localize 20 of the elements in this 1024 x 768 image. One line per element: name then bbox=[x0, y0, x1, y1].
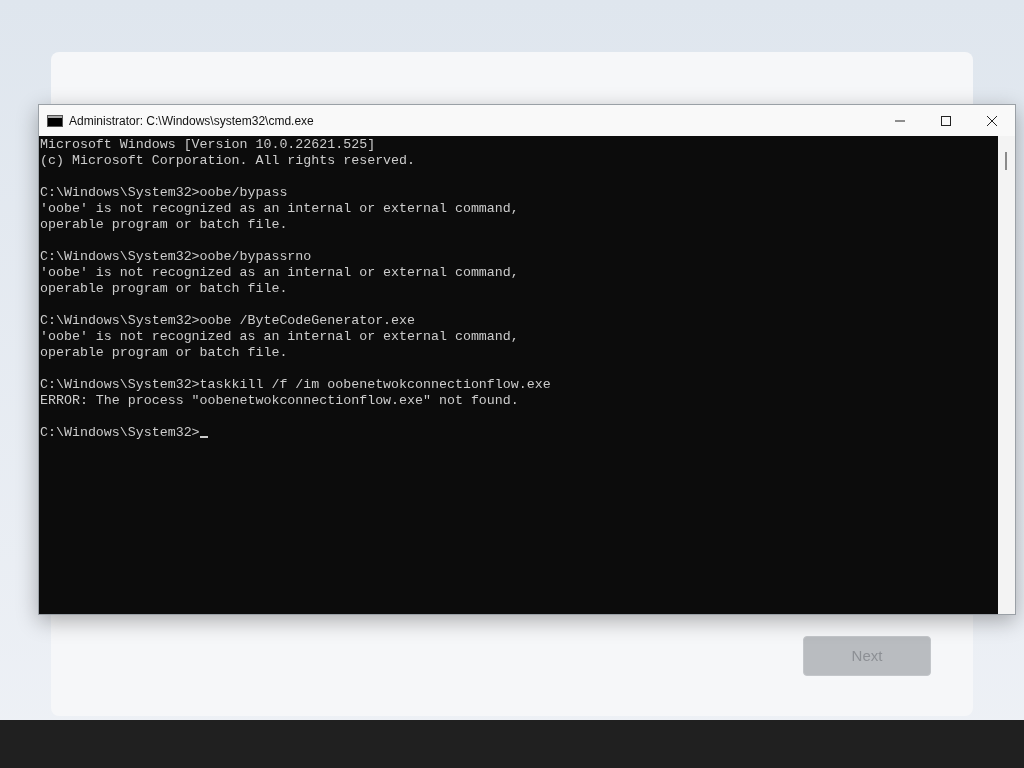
text-cursor bbox=[199, 436, 208, 438]
console-line: ERROR: The process "oobenetwokconnectionflow.exe" not found. bbox=[40, 393, 520, 409]
console-line: (c) Microsoft Corporation. All rights reserved. bbox=[40, 153, 417, 169]
window-title: Administrator: C:\Windows\system32\cmd.exe bbox=[69, 112, 315, 130]
console-line: C:\Windows\System32>oobe/bypassrno bbox=[40, 249, 313, 265]
console-line: operable program or batch file. bbox=[40, 281, 289, 297]
console-line: C:\Windows\System32>oobe/bypass bbox=[40, 185, 289, 201]
console-icon bbox=[47, 114, 63, 127]
console-line: C:\Windows\System32>oobe /ByteCodeGenerator.exe bbox=[40, 313, 417, 329]
console-line: 'oobe' is not recognized as an internal or external command, bbox=[40, 329, 520, 345]
console-line: C:\Windows\System32>taskkill /f /im oobenetwokconnectionflow.exe bbox=[40, 377, 552, 393]
command-prompt: C:\Windows\System32> bbox=[40, 425, 200, 440]
close-icon bbox=[987, 115, 997, 126]
console-line: Microsoft Windows [Version 10.0.22621.525] bbox=[40, 137, 377, 153]
console-line: 'oobe' is not recognized as an internal or external command, bbox=[40, 201, 520, 217]
scrollbar-thumb[interactable] bbox=[1005, 152, 1007, 170]
console-line: 'oobe' is not recognized as an internal or external command, bbox=[40, 265, 520, 281]
maximize-icon bbox=[941, 115, 951, 126]
console-line: operable program or batch file. bbox=[40, 345, 289, 361]
console-line: operable program or batch file. bbox=[40, 217, 289, 233]
